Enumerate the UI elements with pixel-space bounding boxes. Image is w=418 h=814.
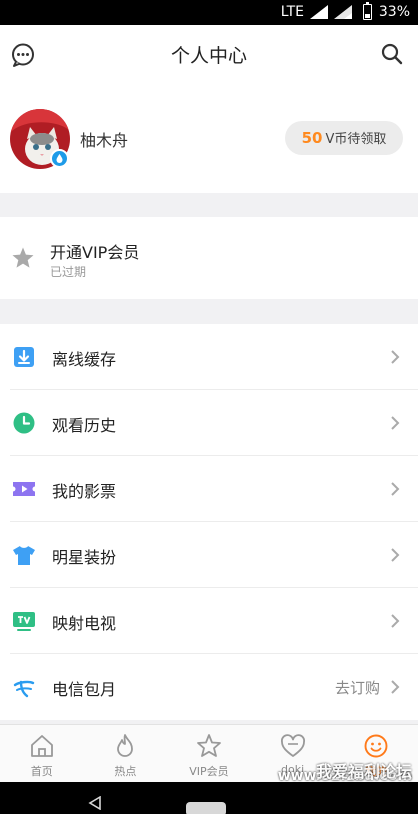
chevron-right-icon	[391, 416, 400, 430]
tab-label: VIP会员	[189, 765, 229, 778]
tab-label: 热点	[114, 765, 137, 778]
vip-open-row[interactable]: 开通VIP会员 已过期	[0, 217, 418, 299]
menu-item-label: 我的影票	[52, 482, 117, 501]
username[interactable]: 柚木舟	[80, 127, 128, 151]
home-pill-button[interactable]	[186, 802, 226, 814]
telecom-icon	[13, 680, 35, 698]
tab-label: 首页	[30, 765, 53, 778]
download-icon	[14, 347, 34, 367]
screen: LTE 33% 个人中心 柚木舟 50 V币待领取 开通VIP会员 已过期 离线…	[0, 0, 418, 814]
menu-item-my-tickets[interactable]: 我的影票	[0, 456, 418, 522]
menu-list: 离线缓存 观看历史 我的影票 明星装扮 映射电视 电信包月 去订购	[0, 324, 418, 720]
chevron-right-icon	[391, 614, 400, 628]
tab-hot[interactable]: 热点	[84, 725, 168, 782]
subscribe-link[interactable]: 去订购	[335, 677, 380, 698]
menu-item-cast-tv[interactable]: 映射电视	[0, 588, 418, 654]
page-header: 个人中心	[0, 25, 418, 83]
signal-icon-secondary	[334, 5, 352, 19]
vip-title: 开通VIP会员	[50, 243, 140, 262]
battery-percent: 33%	[378, 4, 410, 20]
tab-vip[interactable]: VIP会员	[167, 725, 251, 782]
ticket-icon	[13, 482, 35, 496]
tshirt-icon	[13, 546, 35, 565]
vip-star-icon	[197, 734, 221, 757]
clock-icon	[13, 412, 35, 434]
menu-item-telecom-monthly[interactable]: 电信包月 去订购	[0, 654, 418, 720]
network-type: LTE	[280, 4, 304, 20]
vcoin-amount: 50	[301, 129, 323, 147]
chevron-right-icon	[391, 548, 400, 562]
menu-item-label: 电信包月	[52, 680, 117, 699]
tab-home[interactable]: 首页	[0, 725, 84, 782]
star-icon	[12, 247, 34, 268]
menu-item-label: 观看历史	[52, 416, 117, 435]
vip-status: 已过期	[50, 265, 87, 279]
drop-badge-icon	[50, 149, 69, 168]
signal-icon	[310, 5, 328, 19]
search-icon[interactable]	[380, 42, 404, 66]
menu-item-offline-cache[interactable]: 离线缓存	[0, 324, 418, 390]
page-title: 个人中心	[170, 45, 247, 67]
home-icon	[30, 735, 53, 757]
watermark: 我爱福利论坛 www.52fzba.com	[278, 762, 412, 784]
chevron-right-icon	[391, 680, 400, 694]
menu-item-label: 离线缓存	[52, 350, 117, 369]
vcoin-claim-button[interactable]: 50 V币待领取	[285, 121, 403, 155]
doki-heart-icon	[280, 734, 305, 757]
system-nav-bar	[0, 782, 418, 814]
back-icon[interactable]	[88, 796, 102, 810]
watermark-title: 我爱福利论坛	[315, 762, 412, 781]
menu-item-watch-history[interactable]: 观看历史	[0, 390, 418, 456]
status-bar: LTE 33%	[0, 0, 418, 25]
vcoin-label: V币待领取	[325, 132, 387, 147]
chevron-right-icon	[391, 350, 400, 364]
smile-icon	[364, 734, 388, 758]
menu-item-label: 映射电视	[52, 614, 117, 633]
menu-item-star-outfit[interactable]: 明星装扮	[0, 522, 418, 588]
tv-icon	[13, 612, 35, 631]
profile-card[interactable]: 柚木舟 50 V币待领取	[0, 83, 418, 193]
flame-icon	[117, 734, 134, 757]
menu-item-label: 明星装扮	[52, 548, 117, 567]
chevron-right-icon	[391, 482, 400, 496]
battery-icon	[363, 2, 372, 20]
